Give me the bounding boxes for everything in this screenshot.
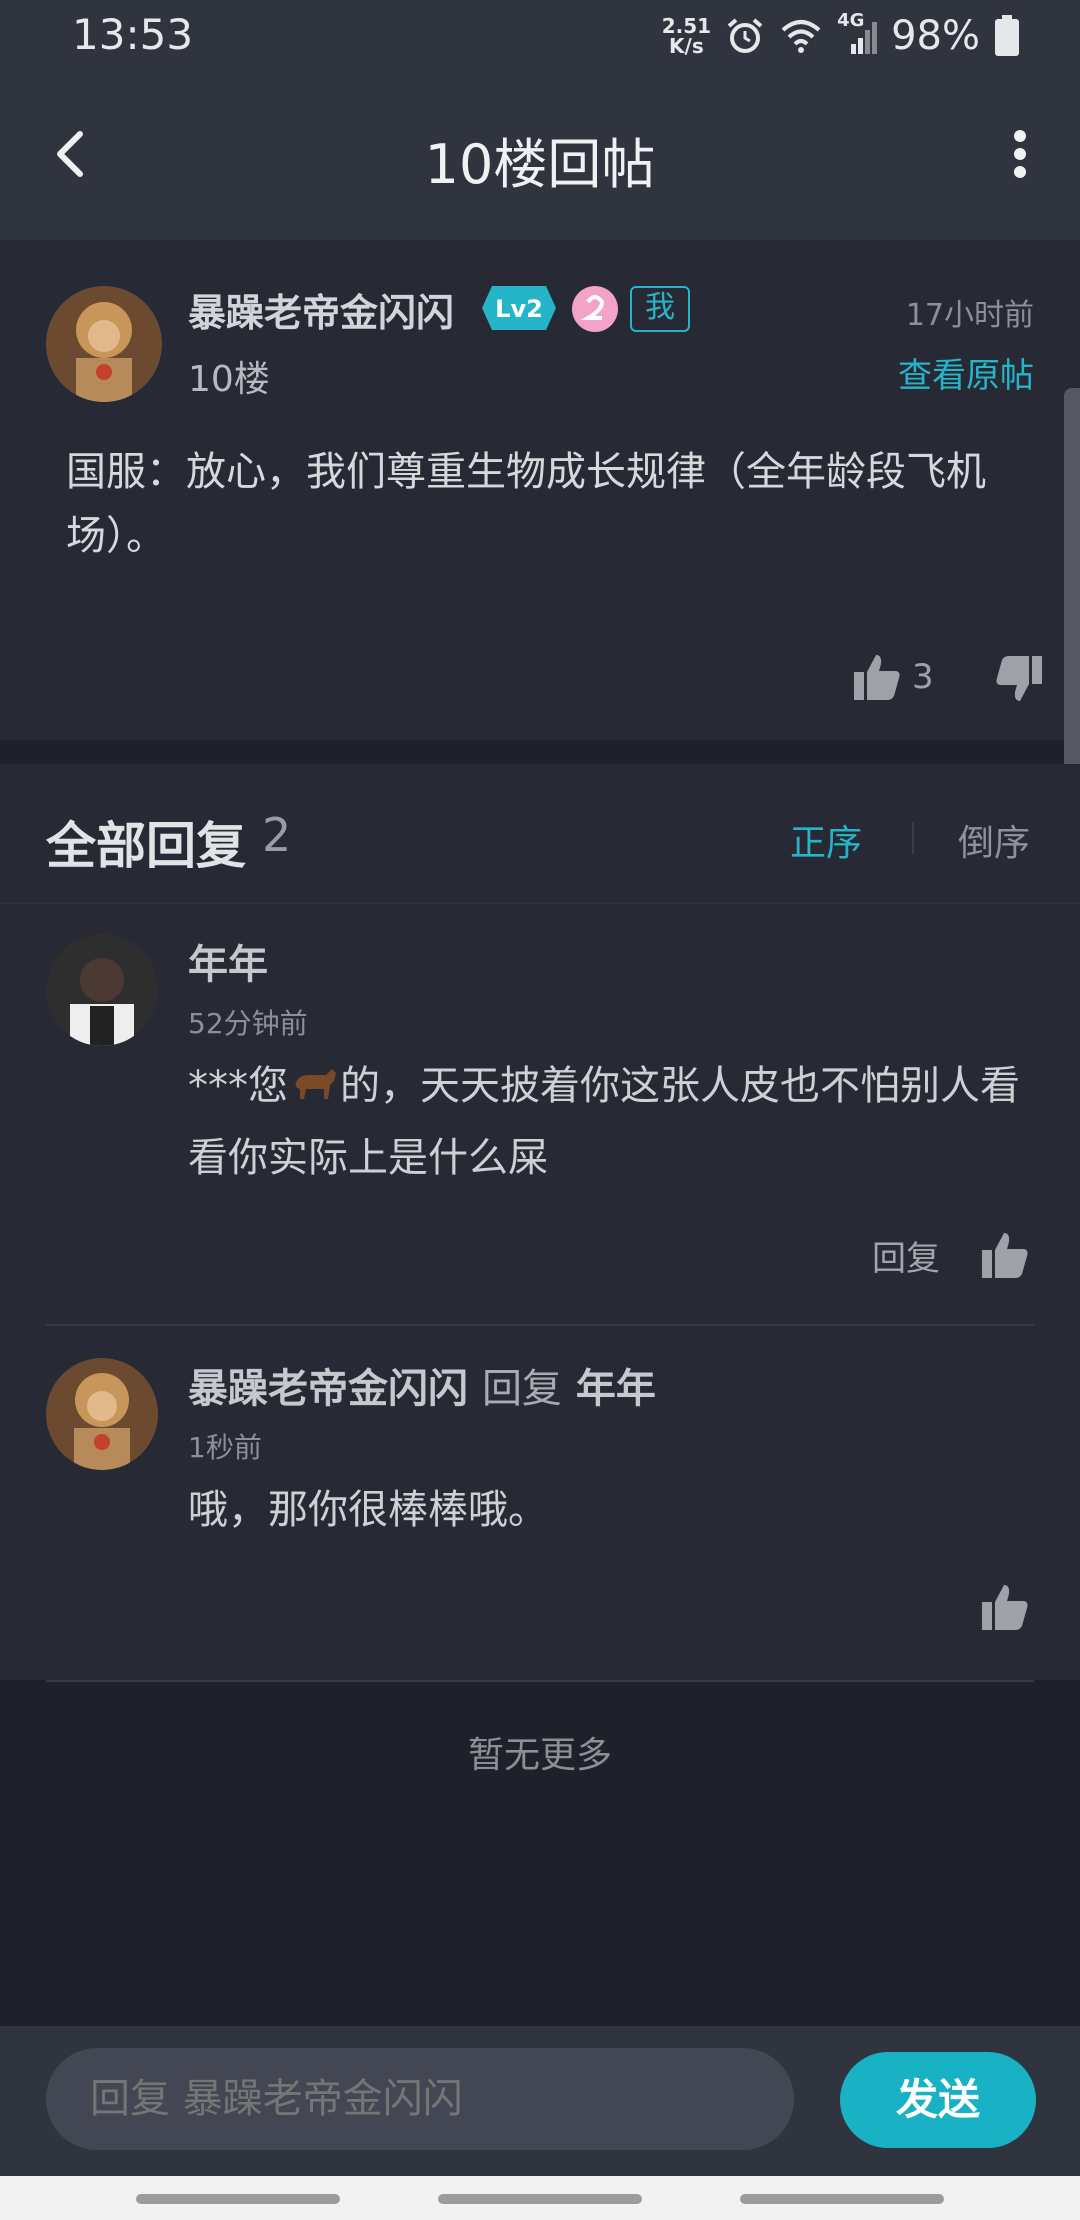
medal-badge-icon: [572, 286, 618, 332]
reply-target-name[interactable]: 年年: [576, 1366, 656, 1412]
battery-icon: [995, 15, 1019, 56]
replies-header: 全部回复 2 正序 倒序: [0, 764, 1080, 902]
reply-text: 哦，那你很棒棒哦。: [188, 1487, 548, 1533]
reply-author-line: 暴躁老帝金闪闪 回复 年年: [188, 1356, 656, 1414]
post-content: 国服：放心，我们尊重生物成长规律（全年龄段飞机场）。: [66, 449, 986, 559]
no-more-text: 暂无更多: [467, 1735, 612, 1776]
reply-divider: [46, 1324, 1034, 1326]
reply-button[interactable]: 回复: [872, 1231, 940, 1280]
replies-list: 年年 52分钟前 ***您 的，天天披着你这张人皮也不怕别人看看你实际上是什么屎…: [0, 902, 1080, 1682]
thumbs-up-icon: [854, 655, 900, 700]
wifi-icon: [781, 20, 821, 53]
avatar[interactable]: [46, 934, 158, 1046]
system-nav-bar: [0, 2176, 1080, 2220]
cellular-signal-icon: 4G: [837, 10, 878, 56]
like-button[interactable]: 3: [852, 652, 934, 702]
battery-percent: 98%: [891, 13, 980, 59]
send-button[interactable]: 发送: [840, 2052, 1036, 2148]
reply-time: 52分钟前: [188, 1007, 308, 1040]
nav-recent-button[interactable]: [136, 2194, 340, 2204]
reply-actions: [980, 1582, 1030, 1632]
floor-post: 暴躁老帝金闪闪 Lv2 我 10楼 17小时前 查看原帖 国服：放心，我们尊重生…: [0, 240, 1080, 740]
list-item[interactable]: 暴躁老帝金闪闪 回复 年年 1秒前 哦，那你很棒棒哦。: [0, 1328, 1080, 1682]
app-bar: 10楼回帖: [0, 72, 1080, 240]
sort-divider: [912, 822, 914, 854]
post-author-name[interactable]: 暴躁老帝金闪闪: [188, 282, 454, 337]
page-title: 10楼回帖: [424, 133, 656, 196]
sort-ascending-tab[interactable]: 正序: [790, 814, 862, 866]
thumbs-up-icon[interactable]: [980, 1230, 1030, 1280]
sort-descending-tab[interactable]: 倒序: [958, 814, 1030, 866]
alarm-icon: [727, 18, 763, 53]
floor-number: 10楼: [188, 359, 270, 400]
network-speed: 2.51 K/s: [662, 16, 711, 56]
reply-time: 1秒前: [188, 1431, 262, 1464]
status-bar: 13:53 2.51 K/s 4G 98%: [0, 0, 1080, 72]
reply-divider: [46, 1680, 1034, 1682]
reply-author-name[interactable]: 暴躁老帝金闪闪: [188, 1366, 468, 1412]
nav-home-button[interactable]: [438, 2194, 642, 2204]
horse-emoji-icon: [295, 1069, 336, 1099]
avatar[interactable]: [46, 1358, 158, 1470]
avatar[interactable]: [46, 286, 162, 402]
scrollbar[interactable]: [1064, 388, 1080, 798]
replies-count: 2: [262, 808, 292, 862]
post-time: 17小时前: [905, 298, 1034, 333]
like-count: 3: [912, 657, 934, 697]
thumbs-down-icon[interactable]: [994, 654, 1044, 704]
nav-back-button[interactable]: [740, 2194, 944, 2204]
view-original-link[interactable]: 查看原帖: [898, 348, 1034, 397]
reply-actions: 回复: [872, 1230, 1030, 1280]
network-speed-unit: K/s: [669, 34, 704, 58]
status-time: 13:53: [72, 10, 194, 59]
list-item[interactable]: 年年 52分钟前 ***您 的，天天披着你这张人皮也不怕别人看看你实际上是什么屎…: [0, 904, 1080, 1328]
network-speed-value: 2.51: [661, 14, 712, 38]
reply-text-part: ***您: [188, 1063, 288, 1109]
reply-input-bar: 发送: [0, 2026, 1080, 2176]
replies-title: 全部回复: [46, 817, 246, 875]
level-badge-text: Lv2: [495, 295, 543, 323]
reply-text: ***您 的，天天披着你这张人皮也不怕别人看看你实际上是什么屎: [188, 1050, 1028, 1194]
reply-word: 回复: [481, 1366, 562, 1412]
more-vertical-icon[interactable]: [990, 124, 1050, 184]
status-icons: 2.51 K/s 4G 98%: [662, 10, 1020, 62]
me-tag: 我: [630, 286, 690, 332]
network-type: 4G: [837, 10, 865, 31]
thumbs-up-icon[interactable]: [980, 1582, 1030, 1632]
level-badge: Lv2: [482, 286, 556, 330]
reply-author-name[interactable]: 年年: [188, 932, 268, 990]
reply-input[interactable]: [46, 2048, 794, 2150]
